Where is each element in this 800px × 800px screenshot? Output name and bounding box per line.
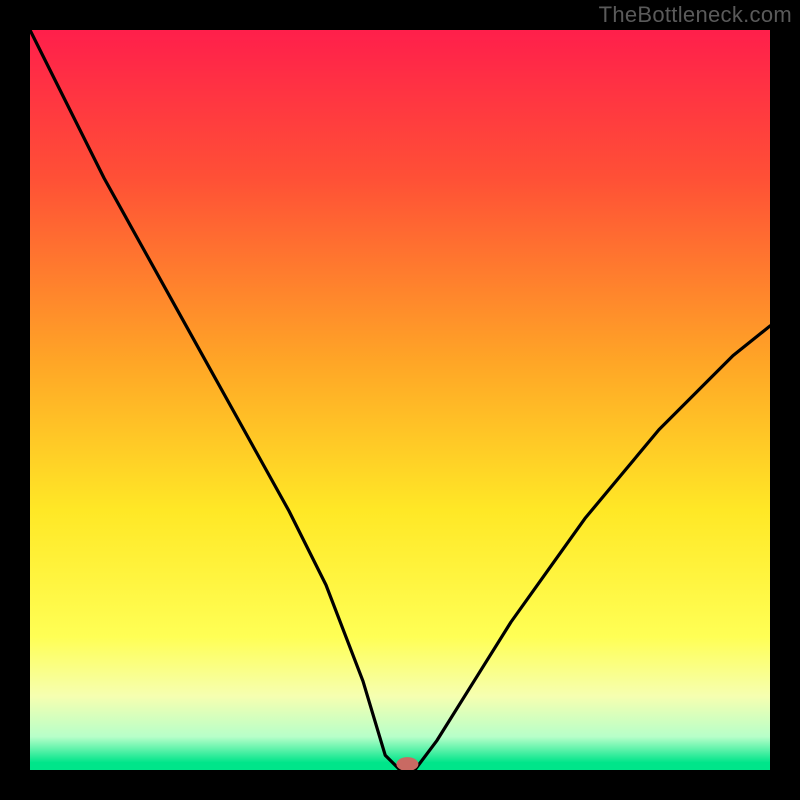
gradient-background xyxy=(30,30,770,770)
plot-area xyxy=(30,30,770,770)
bottleneck-curve-chart xyxy=(30,30,770,770)
watermark-text: TheBottleneck.com xyxy=(599,2,792,28)
chart-frame: TheBottleneck.com xyxy=(0,0,800,800)
